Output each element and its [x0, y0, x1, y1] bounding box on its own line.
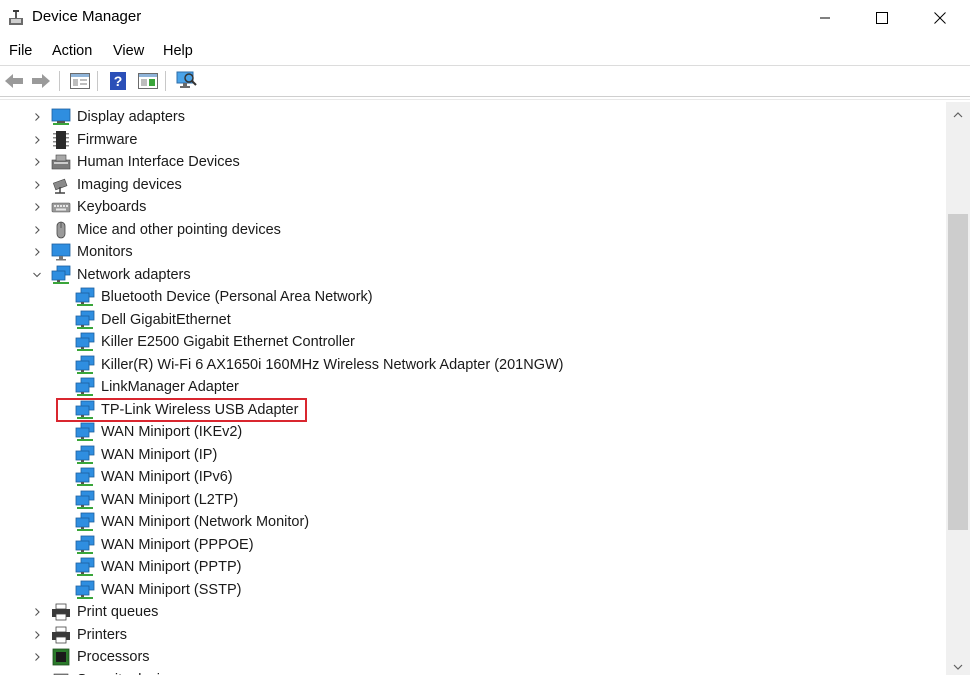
title-bar: Device Manager: [0, 0, 970, 36]
maximize-button[interactable]: [853, 0, 911, 36]
network-adapter-icon: [75, 535, 95, 555]
device-category-label[interactable]: Processors: [77, 649, 150, 665]
expand-chevron-icon[interactable]: [32, 652, 42, 662]
device-item-label[interactable]: WAN Miniport (PPTP): [101, 559, 241, 575]
network-adapter-icon: [75, 310, 95, 330]
network-adapter-icon: [75, 467, 95, 487]
device-item-label[interactable]: WAN Miniport (SSTP): [101, 582, 241, 598]
toolbar-divider: [165, 71, 166, 91]
svg-text:?: ?: [114, 73, 123, 89]
collapse-chevron-icon[interactable]: [32, 270, 42, 280]
properties-button[interactable]: [68, 69, 92, 93]
expand-chevron-icon[interactable]: [32, 180, 42, 190]
close-button[interactable]: [911, 0, 969, 36]
network-adapter-icon: [51, 265, 71, 285]
forward-icon: [32, 74, 50, 88]
device-category-label[interactable]: Print queues: [77, 604, 158, 620]
network-adapter-icon: [75, 355, 95, 375]
back-button[interactable]: [2, 69, 26, 93]
network-adapter-icon: [75, 445, 95, 465]
close-icon: [934, 12, 946, 24]
device-manager-icon: [9, 10, 23, 25]
device-category-label[interactable]: Keyboards: [77, 199, 146, 215]
network-adapter-icon: [75, 580, 95, 600]
camera-icon: [51, 175, 71, 195]
update-driver-icon: [138, 73, 158, 89]
device-category-label[interactable]: Mice and other pointing devices: [77, 222, 281, 238]
expand-chevron-icon[interactable]: [32, 112, 42, 122]
network-adapter-icon: [75, 332, 95, 352]
device-item-label[interactable]: Killer E2500 Gigabit Ethernet Controller: [101, 334, 355, 350]
network-adapter-icon: [75, 512, 95, 532]
mouse-icon: [51, 220, 71, 240]
device-category-label[interactable]: Firmware: [77, 132, 137, 148]
menu-action[interactable]: Action: [52, 43, 92, 59]
printer-icon: [51, 602, 71, 622]
help-button[interactable]: ?: [106, 69, 130, 93]
menu-view[interactable]: View: [113, 43, 144, 59]
device-category-label[interactable]: Imaging devices: [77, 177, 182, 193]
expand-chevron-icon[interactable]: [32, 247, 42, 257]
scan-hardware-icon: [176, 71, 197, 88]
menu-file[interactable]: File: [9, 43, 32, 59]
properties-icon: [70, 73, 90, 89]
keyboard-icon: [51, 197, 71, 217]
update-driver-button[interactable]: [136, 69, 160, 93]
device-item-label[interactable]: WAN Miniport (Network Monitor): [101, 514, 309, 530]
device-item-label[interactable]: WAN Miniport (L2TP): [101, 492, 238, 508]
toolbar-divider: [59, 71, 60, 91]
expand-chevron-icon[interactable]: [32, 135, 42, 145]
security-icon: [51, 670, 71, 675]
device-item-label[interactable]: LinkManager Adapter: [101, 379, 239, 395]
device-item-label[interactable]: Bluetooth Device (Personal Area Network): [101, 289, 373, 305]
device-item-label[interactable]: Killer(R) Wi-Fi 6 AX1650i 160MHz Wireles…: [101, 357, 564, 373]
display-adapter-icon: [51, 107, 71, 127]
network-adapter-icon: [75, 377, 95, 397]
device-item-label[interactable]: WAN Miniport (IP): [101, 447, 217, 463]
firmware-chip-icon: [51, 130, 71, 150]
help-icon: ?: [110, 72, 126, 90]
network-adapter-icon: [75, 490, 95, 510]
device-tree: Display adapters Firmware Human Interfac…: [0, 102, 946, 675]
scroll-up-icon[interactable]: [953, 111, 963, 119]
minimize-icon: [820, 17, 830, 19]
forward-button[interactable]: [29, 69, 53, 93]
expand-chevron-icon[interactable]: [32, 202, 42, 212]
network-adapter-icon: [75, 557, 95, 577]
printer-icon: [51, 625, 71, 645]
monitor-icon: [51, 242, 71, 262]
scan-hardware-button[interactable]: [174, 69, 198, 93]
device-item-label[interactable]: WAN Miniport (IKEv2): [101, 424, 242, 440]
device-item-label[interactable]: WAN Miniport (PPPOE): [101, 537, 254, 553]
device-category-label[interactable]: Display adapters: [77, 109, 185, 125]
network-adapter-icon: [75, 287, 95, 307]
maximize-icon: [876, 12, 888, 24]
expand-chevron-icon[interactable]: [32, 225, 42, 235]
expand-chevron-icon[interactable]: [32, 607, 42, 617]
expand-chevron-icon[interactable]: [32, 630, 42, 640]
processor-icon: [51, 647, 71, 667]
toolbar-divider: [97, 71, 98, 91]
device-item-label[interactable]: Dell GigabitEthernet: [101, 312, 231, 328]
vertical-scrollbar[interactable]: [946, 102, 970, 675]
minimize-button[interactable]: [796, 0, 854, 36]
toolbar: ?: [0, 66, 970, 96]
window-title: Device Manager: [32, 8, 142, 25]
device-category-label[interactable]: Human Interface Devices: [77, 154, 240, 170]
scroll-down-icon[interactable]: [953, 663, 963, 671]
menu-help[interactable]: Help: [163, 43, 193, 59]
content-border: [0, 99, 970, 100]
device-category-label[interactable]: Network adapters: [77, 267, 191, 283]
network-adapter-icon: [75, 422, 95, 442]
device-category-label[interactable]: Monitors: [77, 244, 133, 260]
device-item-label[interactable]: WAN Miniport (IPv6): [101, 469, 233, 485]
menu-bar: File Action View Help: [0, 40, 970, 64]
device-category-label[interactable]: Printers: [77, 627, 127, 643]
hid-icon: [51, 152, 71, 172]
scroll-thumb[interactable]: [948, 214, 968, 530]
back-icon: [5, 74, 23, 88]
toolbar-separator: [0, 96, 970, 97]
expand-chevron-icon[interactable]: [32, 157, 42, 167]
highlight-box: [56, 398, 307, 422]
